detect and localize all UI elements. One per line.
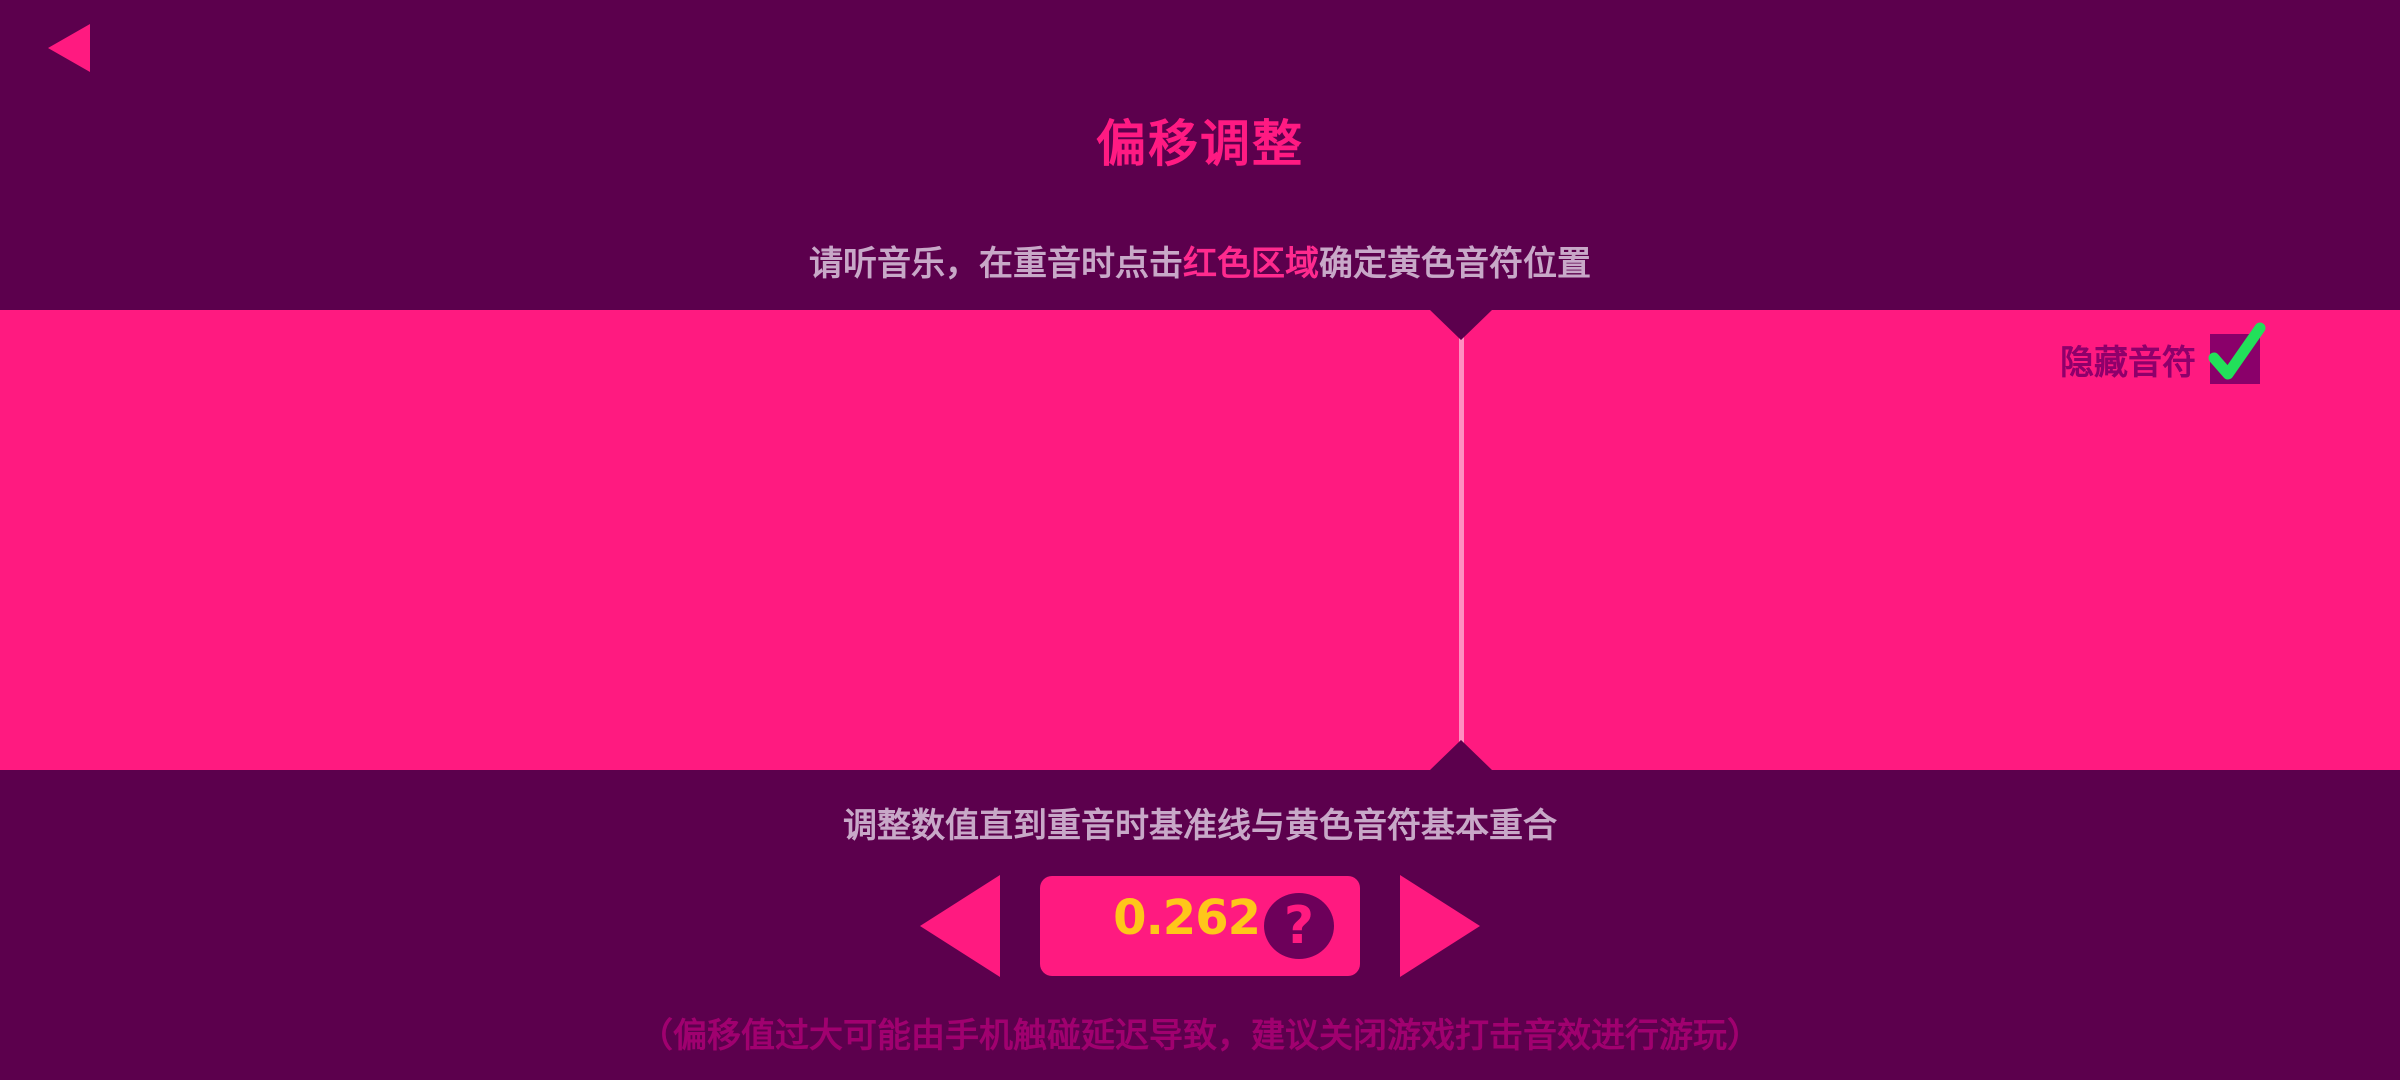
- red-tap-area[interactable]: [0, 310, 2400, 770]
- instruction-before: 请听音乐，在重音时点击: [809, 244, 1183, 284]
- question-icon: ?: [1283, 896, 1315, 956]
- hide-notes-checkbox[interactable]: [2208, 322, 2266, 384]
- back-button[interactable]: [40, 18, 100, 78]
- instruction-highlight: 红色区域: [1183, 244, 1319, 284]
- back-triangle-icon: [48, 24, 90, 72]
- reference-marker-bottom: [1430, 740, 1492, 770]
- hide-notes-label: 隐藏音符: [2060, 342, 2196, 383]
- decrease-offset-button[interactable]: [918, 875, 1002, 977]
- offset-value: 0.262: [1113, 890, 1261, 946]
- page-title: 偏移调整: [1096, 115, 1304, 173]
- help-button[interactable]: ?: [1264, 893, 1334, 959]
- footnote: （偏移值过大可能由手机触碰延迟导致，建议关闭游戏打击音效进行游玩）: [639, 1016, 1761, 1056]
- left-arrow-icon: [920, 875, 1000, 977]
- hide-notes-toggle[interactable]: 隐藏音符: [2060, 322, 2266, 386]
- instruction-after: 确定黄色音符位置: [1319, 244, 1591, 284]
- adjust-hint: 调整数值直到重音时基准线与黄色音符基本重合: [843, 806, 1557, 846]
- reference-line: [1459, 334, 1464, 744]
- instruction-text: 请听音乐，在重音时点击红色区域确定黄色音符位置: [0, 236, 2400, 285]
- right-arrow-icon: [1400, 875, 1480, 977]
- check-icon: [2208, 322, 2266, 380]
- reference-marker-top: [1430, 310, 1492, 340]
- increase-offset-button[interactable]: [1398, 875, 1482, 977]
